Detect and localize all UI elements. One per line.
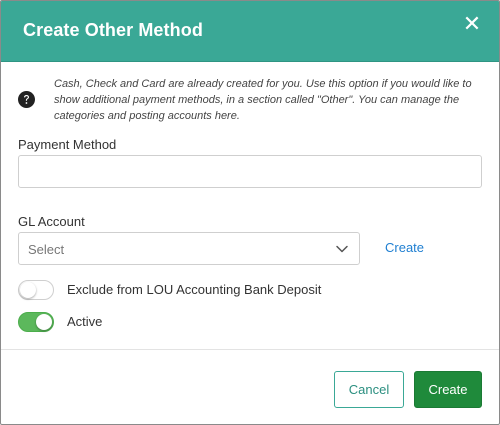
gl-account-label: GL Account xyxy=(18,214,85,229)
cancel-button[interactable]: Cancel xyxy=(334,371,404,408)
active-toggle[interactable] xyxy=(18,312,54,332)
gl-account-selected-value: Select xyxy=(28,242,65,257)
payment-method-label: Payment Method xyxy=(18,137,117,152)
toggle-knob xyxy=(20,282,36,298)
dialog-title: Create Other Method xyxy=(23,20,203,40)
exclude-deposit-toggle[interactable] xyxy=(18,280,54,300)
create-button[interactable]: Create xyxy=(414,371,482,408)
active-label: Active xyxy=(67,314,103,329)
chevron-down-icon xyxy=(336,245,348,253)
exclude-deposit-label: Exclude from LOU Accounting Bank Deposit xyxy=(67,282,322,297)
close-icon[interactable]: ✕ xyxy=(461,14,483,36)
question-circle-icon xyxy=(18,91,35,108)
gl-account-select[interactable]: Select xyxy=(18,232,360,265)
payment-method-input[interactable] xyxy=(18,155,482,188)
dialog-header: Create Other Method ✕ xyxy=(1,1,499,62)
info-text: Cash, Check and Card are already created… xyxy=(54,78,472,122)
toggle-knob xyxy=(36,314,52,330)
create-other-method-dialog: Create Other Method ✕ Cash, Check and Ca… xyxy=(0,0,500,425)
footer-divider xyxy=(1,349,499,350)
create-gl-account-link[interactable]: Create xyxy=(385,240,424,255)
